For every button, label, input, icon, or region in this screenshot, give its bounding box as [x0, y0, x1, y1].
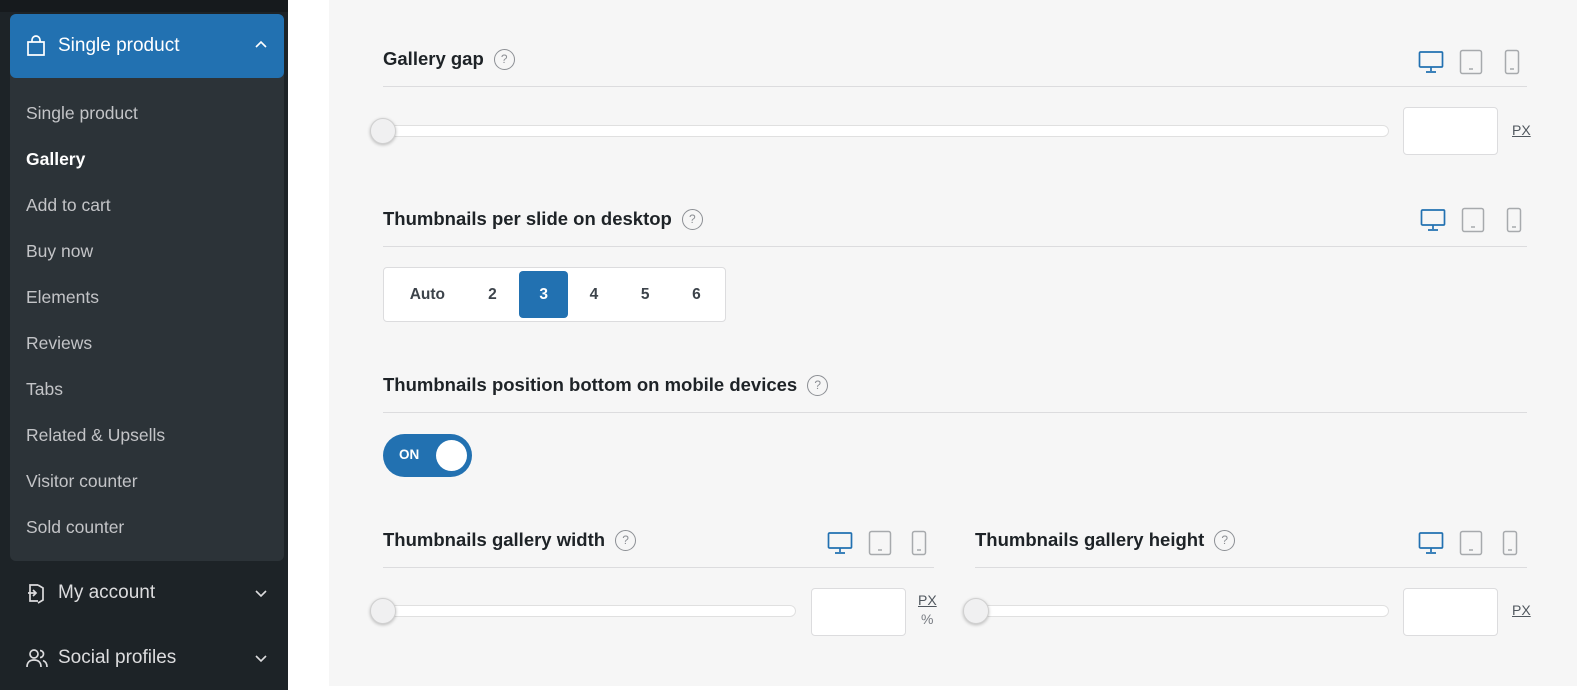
panel-bottom-edge: [329, 686, 1577, 690]
gallery-gap-unit-px[interactable]: PX: [1512, 122, 1531, 138]
sidebar-item-single-product[interactable]: Single product: [10, 90, 284, 136]
toggle-knob: [436, 440, 467, 471]
option-4[interactable]: 4: [568, 271, 619, 318]
setting-title-thumbnails-gallery-width: Thumbnails gallery width ?: [383, 529, 637, 551]
tablet-icon[interactable]: [1458, 530, 1484, 556]
sidebar-item-sold-counter[interactable]: Sold counter: [10, 504, 284, 550]
setting-title-thumbnails-per-slide: Thumbnails per slide on desktop ?: [383, 208, 703, 230]
divider: [383, 412, 1527, 413]
option-3[interactable]: 3: [519, 271, 569, 318]
setting-title-text: Thumbnails position bottom on mobile dev…: [383, 374, 798, 395]
thumbnails-gallery-width-unit-percent[interactable]: %: [921, 611, 933, 627]
divider: [383, 86, 1527, 87]
option-6[interactable]: 6: [671, 271, 722, 318]
setting-title-thumbnails-position-mobile: Thumbnails position bottom on mobile dev…: [383, 374, 829, 396]
mobile-icon[interactable]: [1502, 49, 1522, 75]
divider: [383, 567, 934, 568]
sidebar-group-header-single-product[interactable]: Single product: [10, 14, 284, 78]
sidebar-item-elements[interactable]: Elements: [10, 274, 284, 320]
help-icon[interactable]: ?: [681, 208, 703, 230]
help-icon[interactable]: ?: [807, 374, 829, 396]
sidebar-group-social-profiles[interactable]: Social profiles: [10, 630, 284, 686]
setting-title-text: Thumbnails gallery height: [975, 529, 1205, 550]
login-icon: [26, 582, 48, 604]
sidebar-item-related-upsells[interactable]: Related & Upsells: [10, 412, 284, 458]
desktop-icon[interactable]: [1419, 208, 1447, 232]
settings-panel: [329, 0, 1577, 686]
sidebar-group-label: My account: [58, 582, 156, 603]
thumbnails-gallery-height-input[interactable]: [1403, 588, 1498, 636]
toggle-state-label: ON: [399, 447, 420, 462]
sidebar-sub-items: Single product Gallery Add to cart Buy n…: [10, 90, 284, 550]
option-5[interactable]: 5: [620, 271, 671, 318]
thumbnails-gallery-width-unit-px[interactable]: PX: [918, 592, 937, 608]
setting-title-text: Thumbnails gallery width: [383, 529, 606, 550]
mobile-icon[interactable]: [1504, 207, 1524, 233]
thumbnails-per-slide-selector: Auto 2 3 4 5 6: [383, 267, 726, 322]
sidebar-group-label: Single product: [58, 35, 180, 56]
chevron-up-icon: [252, 36, 270, 54]
divider: [975, 567, 1527, 568]
chevron-down-icon: [252, 649, 270, 667]
option-2[interactable]: 2: [468, 271, 517, 318]
sidebar-group-single-product: Single product Single product Gallery Ad…: [10, 14, 284, 561]
sidebar: Single product Single product Gallery Ad…: [0, 0, 288, 690]
shopping-bag-icon: [26, 35, 48, 57]
device-switch-thumbnails-gallery-width: [826, 530, 929, 556]
mobile-icon[interactable]: [909, 530, 929, 556]
setting-title-gallery-gap: Gallery gap ?: [383, 48, 515, 70]
thumbnails-gallery-width-slider-thumb[interactable]: [370, 598, 396, 624]
divider: [383, 246, 1527, 247]
sidebar-item-reviews[interactable]: Reviews: [10, 320, 284, 366]
thumbnails-gallery-height-unit-px[interactable]: PX: [1512, 602, 1531, 618]
sidebar-item-add-to-cart[interactable]: Add to cart: [10, 182, 284, 228]
tablet-icon[interactable]: [1460, 207, 1486, 233]
desktop-icon[interactable]: [826, 531, 854, 555]
device-switch-gallery-gap: [1417, 49, 1522, 75]
sidebar-group-label: Social profiles: [58, 647, 177, 668]
sidebar-item-gallery[interactable]: Gallery: [10, 136, 284, 182]
thumbnails-gallery-width-input[interactable]: [811, 588, 906, 636]
sidebar-item-buy-now[interactable]: Buy now: [10, 228, 284, 274]
tablet-icon[interactable]: [867, 530, 893, 556]
thumbnails-position-mobile-toggle[interactable]: ON: [383, 434, 472, 477]
help-icon[interactable]: ?: [1214, 529, 1236, 551]
option-auto[interactable]: Auto: [387, 271, 468, 318]
mobile-icon[interactable]: [1500, 530, 1520, 556]
desktop-icon[interactable]: [1417, 50, 1445, 74]
device-switch-thumbnails-gallery-height: [1417, 530, 1520, 556]
thumbnails-gallery-height-slider-track[interactable]: [975, 605, 1389, 617]
setting-title-thumbnails-gallery-height: Thumbnails gallery height ?: [975, 529, 1236, 551]
gallery-gap-input[interactable]: [1403, 107, 1498, 155]
help-icon[interactable]: ?: [493, 48, 515, 70]
gallery-gap-slider-track[interactable]: [383, 125, 1389, 137]
help-icon[interactable]: ?: [615, 529, 637, 551]
tablet-icon[interactable]: [1458, 49, 1484, 75]
sidebar-item-tabs[interactable]: Tabs: [10, 366, 284, 412]
sidebar-item-visitor-counter[interactable]: Visitor counter: [10, 458, 284, 504]
device-switch-thumbnails-per-slide: [1419, 207, 1524, 233]
setting-title-text: Gallery gap: [383, 48, 484, 69]
gallery-gap-slider-thumb[interactable]: [370, 118, 396, 144]
sidebar-top-strip: [0, 0, 288, 12]
setting-title-text: Thumbnails per slide on desktop: [383, 208, 672, 229]
chevron-down-icon: [252, 584, 270, 602]
sidebar-group-my-account[interactable]: My account: [10, 565, 284, 621]
thumbnails-gallery-height-slider-thumb[interactable]: [963, 598, 989, 624]
users-icon: [26, 647, 48, 669]
desktop-icon[interactable]: [1417, 531, 1445, 555]
thumbnails-gallery-width-slider-track[interactable]: [383, 605, 796, 617]
